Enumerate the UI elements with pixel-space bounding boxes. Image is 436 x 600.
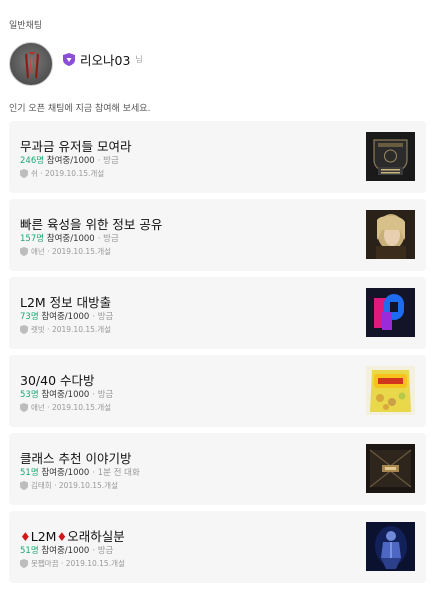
chatroom-title: 무과금 유저들 모여라	[20, 139, 132, 154]
chatroom-list: 무과금 유저들 모여라 246명 참여중/1000 · 방금 쉬 · 2019.1…	[9, 121, 426, 589]
chatroom-thumbnail	[366, 366, 415, 415]
last-activity: · 1분 전 대화	[92, 468, 140, 478]
capacity: 참여중/1000	[41, 468, 90, 478]
section-label: 일반채팅	[9, 21, 43, 31]
avatar[interactable]	[9, 42, 53, 86]
chatroom-meta: 73명 참여중/1000 · 방금	[20, 310, 113, 322]
owner-shield-icon	[20, 325, 28, 334]
participant-count: 157명	[20, 234, 45, 244]
chatroom-owner: 쉬 · 2019.10.15.개설	[20, 168, 104, 179]
chatroom-owner: 김태희 · 2019.10.15.개설	[20, 480, 118, 491]
chatroom-title: ♦L2M♦오래하실분	[20, 526, 125, 545]
snack-bag-thumb-icon	[366, 366, 415, 415]
popular-chat-hint: 인기 오픈 채팅에 지금 참여해 보세요.	[9, 104, 151, 114]
chatroom-title-text: 오래하실분	[67, 529, 125, 544]
chatroom-owner: 못쨉마끔 · 2019.10.15.개설	[20, 558, 125, 569]
capacity: 참여중/1000	[46, 156, 95, 166]
capacity: 참여중/1000	[41, 312, 90, 322]
owner-text: 애넌 · 2019.10.15.개설	[31, 247, 112, 256]
last-activity: · 방금	[97, 234, 119, 244]
chatroom-item[interactable]: L2M 정보 대방출 73명 참여중/1000 · 방금 렛빗 · 2019.10…	[9, 277, 426, 349]
diamond-icon: ♦	[20, 530, 31, 544]
last-activity: · 방금	[92, 312, 114, 322]
owner-shield-icon	[20, 481, 28, 490]
profile-name-row: 리오나03 님	[63, 51, 143, 68]
emblem-shield-thumb-icon	[366, 132, 415, 181]
participant-count: 51명	[20, 546, 39, 556]
profile-nickname: 리오나03	[80, 52, 131, 68]
chatroom-thumbnail	[366, 444, 415, 493]
chatroom-thumbnail	[366, 288, 415, 337]
diamond-icon: ♦	[56, 530, 68, 544]
chatroom-meta: 51명 참여중/1000 · 방금	[20, 544, 113, 556]
owner-shield-icon	[20, 559, 28, 568]
chatroom-owner: 애넌 · 2019.10.15.개설	[20, 402, 111, 413]
participant-count: 51명	[20, 468, 39, 478]
owner-text: 김태희 · 2019.10.15.개설	[31, 481, 118, 490]
chatroom-thumbnail	[366, 522, 415, 571]
nickname-suffix: 님	[135, 54, 143, 64]
chatroom-owner: 렛빗 · 2019.10.15.개설	[20, 324, 111, 335]
participant-count: 73명	[20, 312, 39, 322]
participant-count: 53명	[20, 390, 39, 400]
chatroom-meta: 53명 참여중/1000 · 방금	[20, 388, 113, 400]
chatroom-meta: 246명 참여중/1000 · 방금	[20, 154, 119, 166]
chatroom-item[interactable]: 클래스 추천 이야기방 51명 참여중/1000 · 1분 전 대화 김태희 · …	[9, 433, 426, 505]
capacity: 참여중/1000	[41, 546, 90, 556]
chatroom-item[interactable]: ♦L2M♦오래하실분 51명 참여중/1000 · 방금 못쨉마끔 · 2019.…	[9, 511, 426, 583]
owner-text: 렛빗 · 2019.10.15.개설	[31, 325, 112, 334]
last-activity: · 방금	[92, 546, 114, 556]
participant-count: 246명	[20, 156, 45, 166]
dark-hall-thumb-icon	[366, 444, 415, 493]
owner-shield-icon	[20, 247, 28, 256]
chatroom-title: 30/40 수다방	[20, 373, 95, 388]
chatroom-item[interactable]: 빠른 육성을 위한 정보 공유 157명 참여중/1000 · 방금 애넌 · 2…	[9, 199, 426, 271]
armored-figure-thumb-icon	[366, 522, 415, 571]
chatroom-title: 빠른 육성을 위한 정보 공유	[20, 217, 163, 232]
last-activity: · 방금	[92, 390, 114, 400]
chatroom-item[interactable]: 30/40 수다방 53명 참여중/1000 · 방금 애넌 · 2019.10.…	[9, 355, 426, 427]
chatroom-title-text: L2M	[30, 529, 57, 544]
profile-row[interactable]: 리오나03 님	[9, 42, 429, 90]
chatroom-meta: 51명 참여중/1000 · 1분 전 대화	[20, 466, 140, 478]
character-portrait-thumb-icon	[366, 210, 415, 259]
colorful-logo-thumb-icon	[366, 288, 415, 337]
chatroom-thumbnail	[366, 132, 415, 181]
owner-shield-icon	[20, 403, 28, 412]
chatroom-item[interactable]: 무과금 유저들 모여라 246명 참여중/1000 · 방금 쉬 · 2019.1…	[9, 121, 426, 193]
owner-text: 쉬 · 2019.10.15.개설	[31, 169, 105, 178]
capacity: 참여중/1000	[41, 390, 90, 400]
shield-icon	[63, 52, 75, 66]
owner-shield-icon	[20, 169, 28, 178]
owner-text: 못쨉마끔 · 2019.10.15.개설	[31, 559, 125, 568]
chatroom-thumbnail	[366, 210, 415, 259]
chatroom-title: 클래스 추천 이야기방	[20, 451, 132, 466]
owner-text: 애넌 · 2019.10.15.개설	[31, 403, 112, 412]
lineage-weapon-avatar-icon	[25, 52, 39, 79]
last-activity: · 방금	[97, 156, 119, 166]
capacity: 참여중/1000	[46, 234, 95, 244]
chatroom-title: L2M 정보 대방출	[20, 295, 112, 310]
chatroom-meta: 157명 참여중/1000 · 방금	[20, 232, 119, 244]
chatroom-owner: 애넌 · 2019.10.15.개설	[20, 246, 111, 257]
